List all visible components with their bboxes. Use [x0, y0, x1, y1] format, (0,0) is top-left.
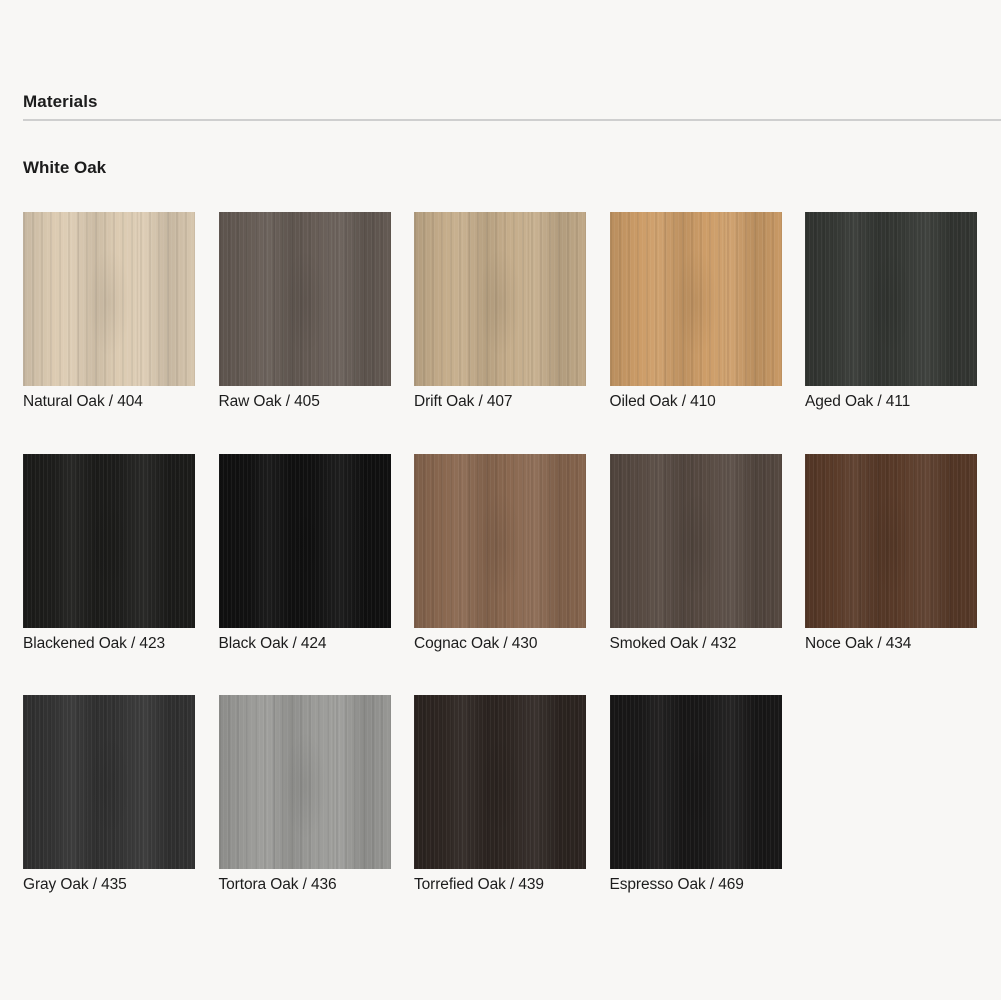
swatch-label: Espresso Oak / 469: [609, 876, 744, 893]
swatch-image: [218, 453, 391, 628]
swatch-cognac-oak-430[interactable]: Cognac Oak / 430: [414, 453, 586, 696]
swatch-image: [609, 695, 782, 869]
swatch-label: Noce Oak / 434: [805, 634, 912, 652]
swatch-label: Raw Oak / 405: [218, 393, 320, 410]
swatch-image: [609, 453, 782, 628]
swatch-smoked-oak-432[interactable]: Smoked Oak / 432: [609, 453, 782, 696]
swatch-label: Drift Oak / 407: [414, 393, 513, 410]
swatch-image: [805, 212, 977, 386]
swatch-image: [23, 695, 195, 869]
swatch-oiled-oak-410[interactable]: Oiled Oak / 410: [609, 212, 782, 454]
swatch-label: Oiled Oak / 410: [609, 393, 716, 410]
swatch-label: Cognac Oak / 430: [414, 634, 538, 652]
swatch-image: [414, 695, 586, 869]
swatch-natural-oak-404[interactable]: Natural Oak / 404: [23, 212, 195, 454]
swatch-raw-oak-405[interactable]: Raw Oak / 405: [218, 212, 391, 454]
subsection-title: White Oak: [23, 158, 107, 177]
swatch-tortora-oak-436[interactable]: Tortora Oak / 436: [218, 695, 391, 937]
swatch-image: [609, 212, 782, 386]
swatch-espresso-oak-469[interactable]: Espresso Oak / 469: [609, 695, 782, 937]
swatch-grid: Natural Oak / 404 Raw Oak / 405 Drift Oa…: [23, 212, 977, 937]
swatch-label: Smoked Oak / 432: [609, 634, 737, 652]
swatch-image: [218, 695, 391, 869]
swatch-image: [218, 212, 391, 386]
section-header: Materials: [23, 90, 1001, 121]
swatch-label: Tortora Oak / 436: [218, 876, 337, 893]
swatch-drift-oak-407[interactable]: Drift Oak / 407: [414, 212, 586, 454]
section-title: Materials: [23, 92, 98, 111]
swatch-noce-oak-434[interactable]: Noce Oak / 434: [805, 453, 977, 696]
swatch-label: Aged Oak / 411: [805, 393, 911, 410]
materials-page: Materials White Oak Natural Oak / 404 Ra…: [0, 0, 1001, 1000]
swatch-image: [23, 212, 195, 386]
swatch-blackened-oak-423[interactable]: Blackened Oak / 423: [23, 453, 195, 696]
swatch-gray-oak-435[interactable]: Gray Oak / 435: [23, 695, 195, 937]
swatch-label: Natural Oak / 404: [23, 393, 143, 410]
swatch-torrefied-oak-439[interactable]: Torrefied Oak / 439: [414, 695, 586, 937]
swatch-label: Gray Oak / 435: [23, 876, 127, 893]
swatch-label: Torrefied Oak / 439: [414, 876, 544, 893]
swatch-image: [805, 453, 977, 628]
swatch-image: [414, 212, 586, 386]
swatch-aged-oak-411[interactable]: Aged Oak / 411: [805, 212, 977, 454]
swatch-image: [23, 453, 195, 628]
swatch-black-oak-424[interactable]: Black Oak / 424: [218, 453, 391, 696]
swatch-image: [414, 453, 586, 628]
swatch-label: Blackened Oak / 423: [23, 634, 165, 652]
swatch-label: Black Oak / 424: [218, 634, 327, 652]
